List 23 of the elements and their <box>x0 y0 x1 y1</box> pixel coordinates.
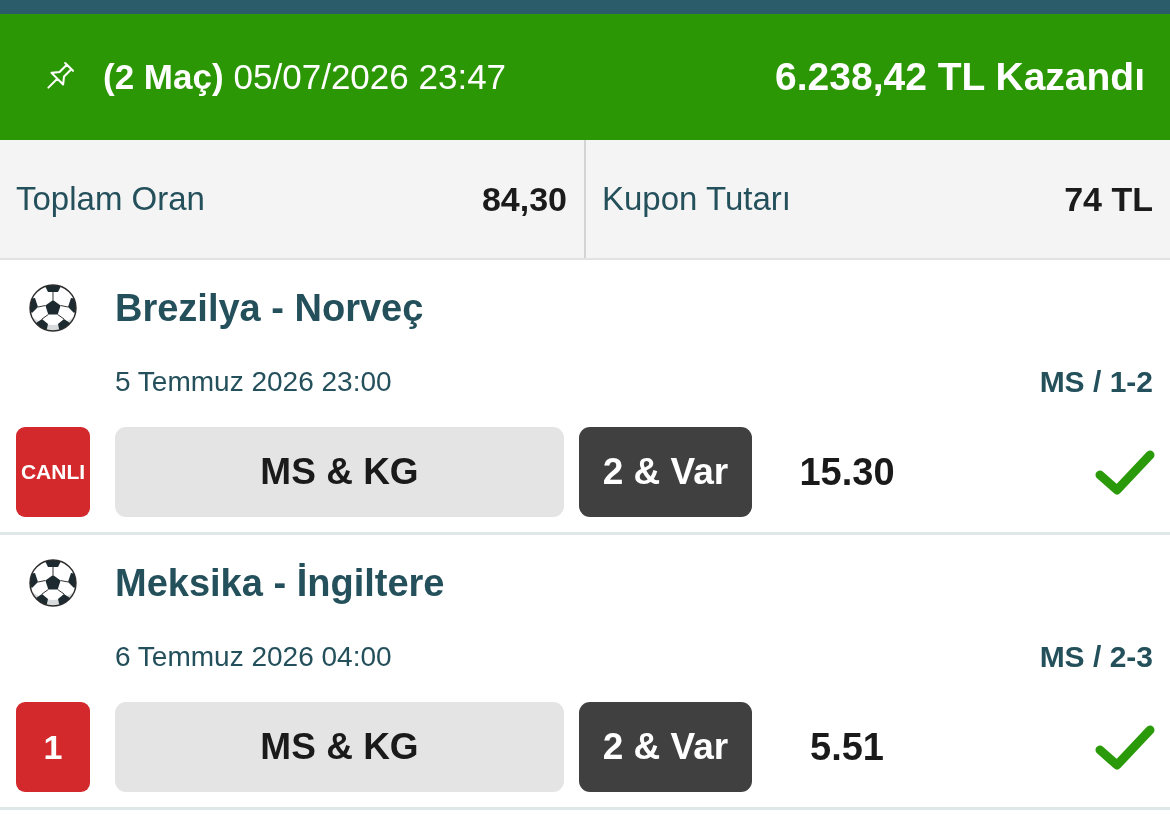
summary-label: Kupon Tutarı <box>602 180 791 218</box>
selection-chip: 2 & Var <box>579 702 752 792</box>
summary-value: 84,30 <box>481 179 567 219</box>
soccer-ball-icon <box>28 283 78 333</box>
summary-value: 74 TL <box>1064 179 1153 219</box>
market-name: MS & KG <box>115 427 564 517</box>
match-count: (2 Maç) <box>103 57 224 97</box>
match-title: Meksika - İngiltere <box>115 561 445 605</box>
selection-chip: 2 & Var <box>579 427 752 517</box>
match-title: Brezilya - Norveç <box>115 286 424 330</box>
match-date: 5 Temmuz 2026 23:00 <box>115 366 392 398</box>
coupon-date: 05/07/2026 23:47 <box>233 57 507 97</box>
match-result: MS / 2-3 <box>1039 640 1153 674</box>
odds-value: 15.30 <box>799 450 895 494</box>
soccer-ball-icon <box>28 558 78 608</box>
match-result: MS / 1-2 <box>1039 365 1153 399</box>
match-date: 6 Temmuz 2026 04:00 <box>115 641 392 673</box>
summary-label: Toplam Oran <box>16 180 205 218</box>
winnings-amount: 6.238,42 TL Kazandı <box>775 55 1145 99</box>
count-badge: 1 <box>16 702 90 792</box>
market-name: MS & KG <box>115 702 564 792</box>
odds-value: 5.51 <box>810 725 884 769</box>
live-badge: CANLI <box>16 427 90 517</box>
